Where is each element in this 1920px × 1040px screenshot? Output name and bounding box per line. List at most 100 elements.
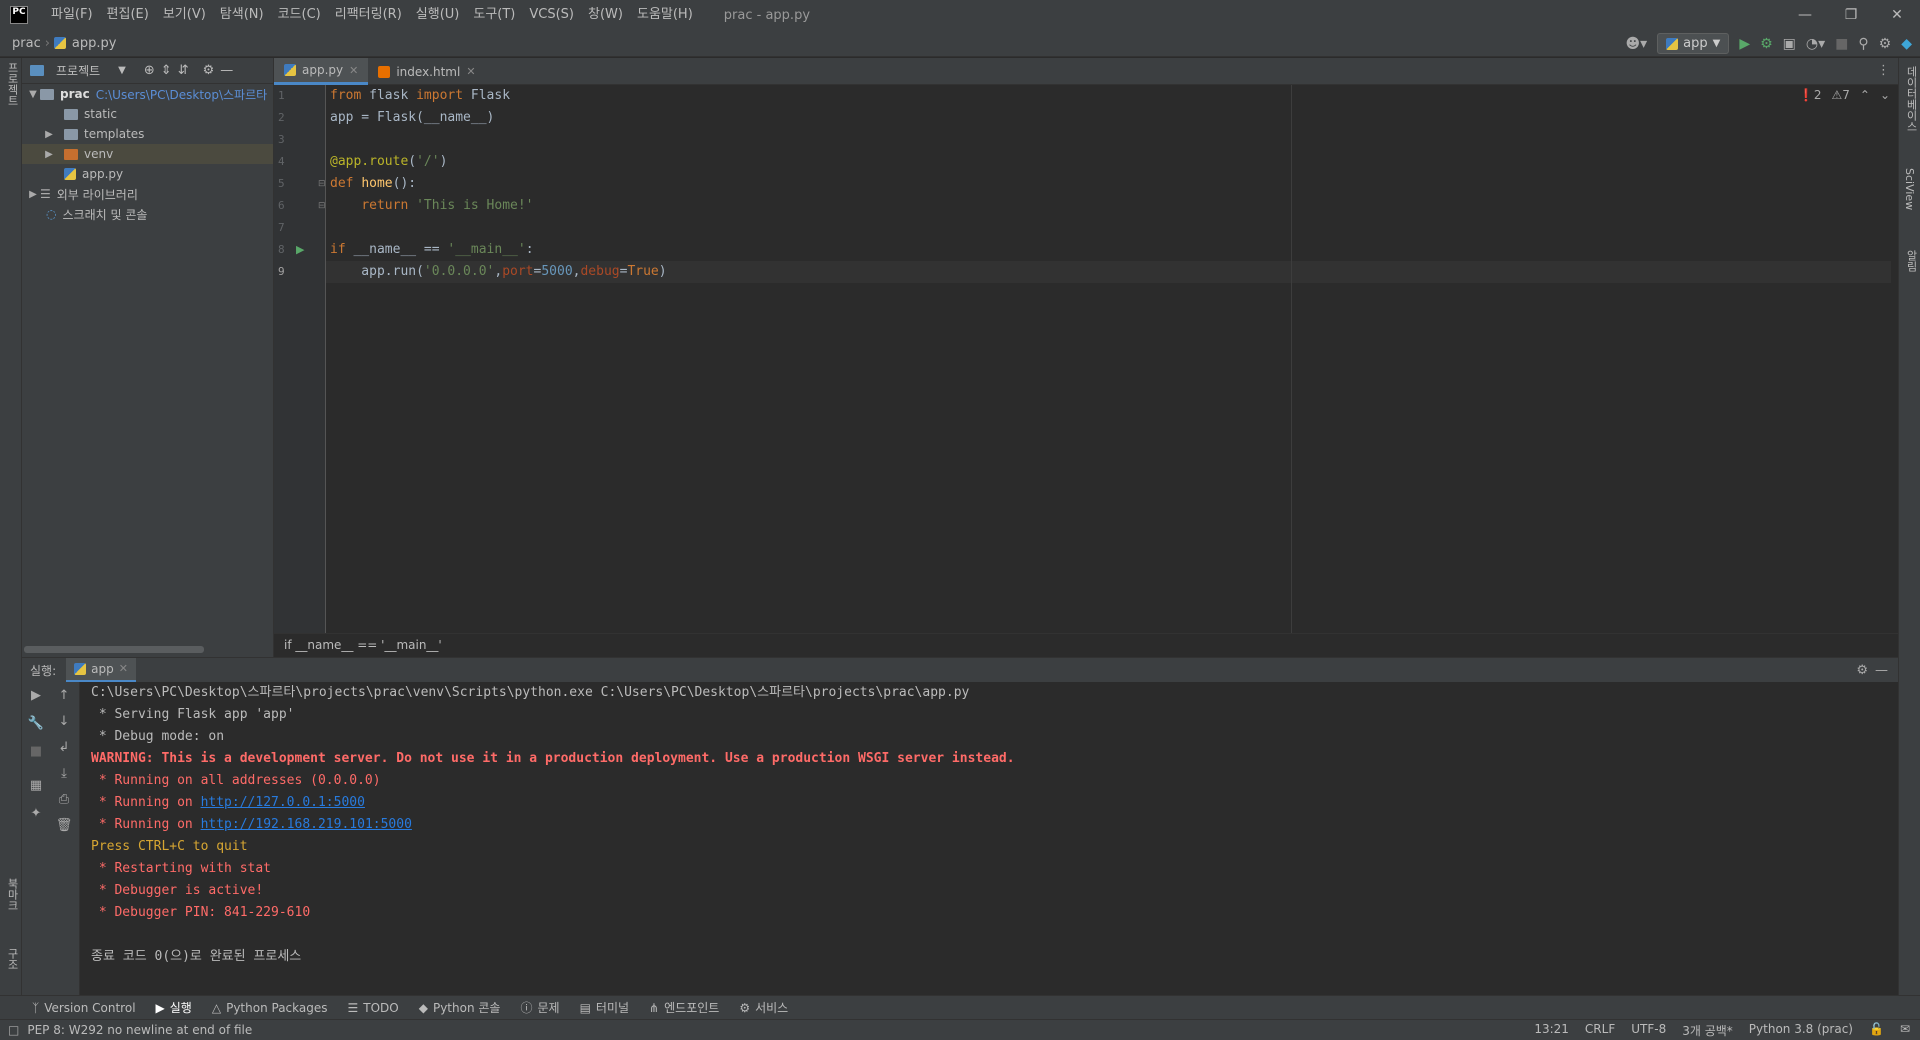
print-icon[interactable]: ⎙ [54,792,74,807]
code-editor[interactable]: from flask import Flask app = Flask(__na… [326,85,1898,633]
project-panel-title[interactable]: 프로젝트 [56,62,100,79]
console-link[interactable]: http://127.0.0.1:5000 [201,795,365,810]
close-tab-icon[interactable]: ✕ [119,662,128,675]
horizontal-scrollbar[interactable] [24,646,204,653]
expand-all-icon[interactable]: ⇕ [161,63,172,78]
chevron-right-icon[interactable]: ▶ [42,129,56,140]
chevron-right-icon[interactable]: ▶ [42,149,56,160]
indent-setting[interactable]: 3개 공백* [1682,1022,1733,1039]
gear-icon[interactable]: ⚙ [203,63,215,78]
run-tab-app[interactable]: app ✕ [66,657,136,683]
hide-icon[interactable]: — [1875,663,1888,678]
file-encoding[interactable]: UTF-8 [1631,1022,1666,1039]
structure-tool-button[interactable]: 구조 [4,948,20,970]
bookmarks-tool-button[interactable]: 북마크 [4,878,20,911]
wrench-icon[interactable]: 🔧 [26,716,46,731]
python-interpreter[interactable]: Python 3.8 (prac) [1749,1022,1853,1039]
arrow-down-icon[interactable]: ↓ [54,714,74,729]
minimize-icon[interactable]: — [1782,0,1828,30]
tool-python-console[interactable]: ◆ Python 콘솔 [419,999,501,1016]
warning-count[interactable]: ⚠7 [1831,88,1849,102]
tab-app-py[interactable]: app.py ✕ [274,58,369,85]
notifications-tool-button[interactable]: 알림 [1903,250,1919,272]
jetbrains-icon[interactable]: ◆ [1901,36,1912,52]
debug-icon[interactable]: ⚙ [1760,36,1773,52]
run-config-selector[interactable]: app ▼ [1657,33,1730,54]
project-tool-button[interactable]: 프로젝트 [4,62,20,106]
notifications-icon[interactable]: ✉ [1900,1022,1910,1039]
inspection-widget[interactable]: ❗2 ⚠7 ⌃ ⌄ [1799,88,1890,102]
breadcrumb-project[interactable]: prac [0,36,41,51]
close-tab-icon[interactable]: ✕ [349,64,358,77]
tree-item-templates[interactable]: ▶ templates [22,124,273,144]
breadcrumb-file[interactable]: app.py [72,36,117,51]
locate-icon[interactable]: ⊕ [144,63,155,78]
error-count[interactable]: ❗2 [1799,88,1822,102]
fold-icon[interactable]: ⊟ [318,201,326,211]
search-icon[interactable]: ⚲ [1858,36,1868,52]
line-separator[interactable]: CRLF [1585,1022,1615,1039]
menu-window[interactable]: 창(W) [581,0,630,30]
tool-services[interactable]: ⚙ 서비스 [739,999,788,1016]
trash-icon[interactable]: 🗑 [54,818,74,833]
chevron-down-icon[interactable]: ⌄ [1880,88,1890,102]
menu-navigate[interactable]: 탐색(N) [213,0,271,30]
layout-icon[interactable]: ▦ [26,778,46,793]
menu-view[interactable]: 보기(V) [156,0,213,30]
close-tab-icon[interactable]: ✕ [466,65,475,78]
chevron-up-icon[interactable]: ⌃ [1860,88,1870,102]
arrow-up-icon[interactable]: ↑ [54,688,74,703]
soft-wrap-icon[interactable]: ↲ [54,740,74,755]
rerun-icon[interactable]: ▶ [26,688,46,703]
status-message[interactable]: PEP 8: W292 no newline at end of file [27,1023,252,1037]
status-toggle-icon[interactable]: □ [0,1023,27,1037]
tree-item-root[interactable]: ▼ prac C:\Users\PC\Desktop\스파르타 [22,84,273,104]
tree-item-app-py[interactable]: app.py [22,164,273,184]
collapse-all-icon[interactable]: ⇵ [178,63,189,78]
restore-icon[interactable]: ❐ [1828,0,1874,30]
tool-run[interactable]: ▶ 실행 [156,999,192,1016]
menu-file[interactable]: 파일(F) [44,0,100,30]
caret-position[interactable]: 13:21 [1534,1022,1569,1039]
pin-icon[interactable]: ✦ [26,806,46,821]
more-tabs-icon[interactable]: ⋮ [1877,63,1890,78]
menu-refactor[interactable]: 리팩터링(R) [328,0,409,30]
hide-icon[interactable]: — [220,63,233,78]
tool-python-packages[interactable]: △ Python Packages [212,1001,328,1015]
tree-item-venv[interactable]: ▶ venv [22,144,273,164]
tree-item-scratches[interactable]: ◌ 스크래치 및 콘솔 [22,204,273,224]
run-icon[interactable]: ▶ [1739,36,1750,52]
stop-icon[interactable]: ■ [26,744,46,759]
tool-problems[interactable]: ⓘ 문제 [520,999,559,1016]
tree-item-static[interactable]: static [22,104,273,124]
coverage-icon[interactable]: ▣ [1783,36,1796,52]
run-gutter-icon[interactable]: ▶ [296,243,304,256]
database-tool-button[interactable]: 데이터베이스 [1903,66,1919,132]
menu-edit[interactable]: 편집(E) [100,0,156,30]
profile-icon[interactable]: ◔▾ [1806,36,1825,52]
gear-icon[interactable]: ⚙ [1879,36,1892,52]
menu-code[interactable]: 코드(C) [271,0,328,30]
fold-icon[interactable]: ⊟ [318,179,326,189]
menu-run[interactable]: 실행(U) [409,0,467,30]
sciview-tool-button[interactable]: SciView [1903,168,1916,210]
code-breadcrumb[interactable]: if __name__ == '__main__' [274,633,1898,655]
tree-item-external-libraries[interactable]: ▶ ☰ 외부 라이브러리 [22,184,273,204]
menu-vcs[interactable]: VCS(S) [522,0,581,30]
run-console[interactable]: C:\Users\PC\Desktop\스파르타\projects\prac\v… [80,682,1898,995]
stop-icon[interactable]: ■ [1835,36,1848,52]
chevron-right-icon[interactable]: ▶ [26,189,40,200]
tool-endpoints[interactable]: ⋔ 엔드포인트 [649,999,719,1016]
chevron-down-icon[interactable]: ▼ [118,65,126,76]
tool-todo[interactable]: ☰ TODO [348,1001,399,1015]
lock-icon[interactable]: 🔓 [1869,1022,1884,1039]
editor-gutter[interactable]: 1 2 3 4 5 6 7 8 9 ▶ ⊟ ⊟ [274,85,326,633]
menu-tools[interactable]: 도구(T) [466,0,522,30]
scroll-to-end-icon[interactable]: ⤓ [54,766,74,781]
tool-terminal[interactable]: ▤ 터미널 [580,999,629,1016]
tool-version-control[interactable]: ᛉ Version Control [32,1001,136,1015]
close-icon[interactable]: ✕ [1874,0,1920,30]
user-icon[interactable]: ☻▾ [1626,36,1648,52]
menu-help[interactable]: 도움말(H) [630,0,700,30]
chevron-down-icon[interactable]: ▼ [26,89,40,100]
